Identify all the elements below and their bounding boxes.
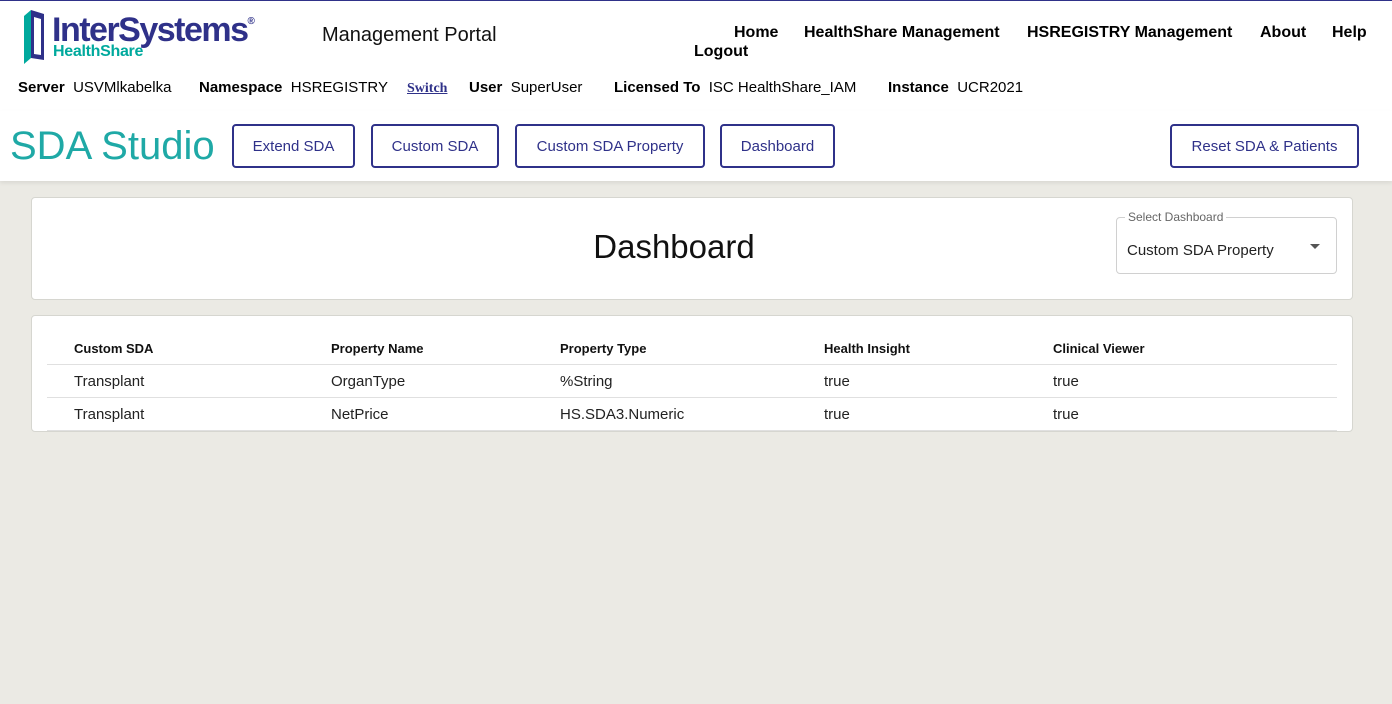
- table-cell: true: [1053, 372, 1079, 390]
- switch-namespace-link[interactable]: Switch: [407, 81, 447, 97]
- studio-title: SDA Studio: [10, 124, 215, 168]
- table-cell: true: [1053, 405, 1079, 423]
- table-cell: %String: [560, 372, 613, 390]
- nav-help[interactable]: Help: [1332, 24, 1367, 42]
- namespace-label: Namespace: [199, 79, 283, 96]
- column-header-clinical-viewer[interactable]: Clinical Viewer: [1053, 332, 1145, 364]
- dashboard-button[interactable]: Dashboard: [720, 124, 835, 168]
- nav-hsregistry-management[interactable]: HSREGISTRY Management: [1027, 24, 1232, 42]
- nav-about[interactable]: About: [1260, 24, 1306, 42]
- server-info: Server USVMlkabelka: [18, 79, 171, 96]
- nav-healthshare-management[interactable]: HealthShare Management: [804, 24, 1000, 42]
- table-cell: true: [824, 405, 850, 423]
- select-dashboard-value: Custom SDA Property: [1127, 242, 1274, 259]
- user-info: User SuperUser: [469, 79, 582, 96]
- reset-sda-patients-button[interactable]: Reset SDA & Patients: [1170, 124, 1359, 168]
- column-header-property-name[interactable]: Property Name: [331, 332, 423, 364]
- caret-down-icon: [1310, 244, 1320, 249]
- user-value: SuperUser: [510, 79, 583, 96]
- namespace-info: Namespace HSREGISTRY: [199, 79, 388, 96]
- instance-label: Instance: [888, 79, 949, 96]
- namespace-value: HSREGISTRY: [290, 79, 388, 96]
- select-dashboard-label: Select Dashboard: [1125, 210, 1227, 224]
- licensed-label: Licensed To: [614, 79, 701, 96]
- custom-sda-property-button[interactable]: Custom SDA Property: [515, 124, 705, 168]
- nav-logout[interactable]: Logout: [694, 43, 748, 61]
- studio-toolbar: SDA Studio Extend SDA Custom SDA Custom …: [0, 111, 1392, 181]
- table-row: Transplant NetPrice HS.SDA3.Numeric true…: [47, 398, 1337, 431]
- table-cell: true: [824, 372, 850, 390]
- nav-home[interactable]: Home: [734, 24, 778, 42]
- custom-sda-table-card: Custom SDA Property Name Property Type H…: [31, 315, 1353, 432]
- brand-name: InterSystems®: [52, 11, 255, 49]
- column-header-property-type[interactable]: Property Type: [560, 332, 646, 364]
- table-cell: HS.SDA3.Numeric: [560, 405, 685, 423]
- user-label: User: [469, 79, 503, 96]
- licensed-value: ISC HealthShare_IAM: [708, 79, 857, 96]
- table-cell: NetPrice: [331, 405, 389, 423]
- table-header-row: Custom SDA Property Name Property Type H…: [47, 332, 1337, 365]
- intersystems-logo-icon: [24, 10, 44, 64]
- server-value: USVMlkabelka: [73, 79, 172, 96]
- table-cell: OrganType: [331, 372, 406, 390]
- table-cell: Transplant: [74, 372, 145, 390]
- instance-value: UCR2021: [957, 79, 1024, 96]
- custom-sda-button[interactable]: Custom SDA: [371, 124, 499, 168]
- portal-title: Management Portal: [322, 24, 497, 46]
- table-row: Transplant OrganType %String true true: [47, 365, 1337, 398]
- server-label: Server: [18, 79, 65, 96]
- top-header: InterSystems® HealthShare Management Por…: [0, 0, 1392, 111]
- instance-info: Instance UCR2021: [888, 79, 1023, 96]
- licensed-info: Licensed To ISC HealthShare_IAM: [614, 79, 856, 96]
- dashboard-header-card: Dashboard Select Dashboard Custom SDA Pr…: [31, 197, 1353, 300]
- table-cell: Transplant: [74, 405, 145, 423]
- brand-sub: HealthShare: [53, 43, 144, 60]
- extend-sda-button[interactable]: Extend SDA: [232, 124, 355, 168]
- intersystems-logo[interactable]: InterSystems® HealthShare: [22, 8, 262, 64]
- column-header-custom-sda[interactable]: Custom SDA: [74, 332, 153, 364]
- column-header-health-insight[interactable]: Health Insight: [824, 332, 910, 364]
- select-dashboard-dropdown[interactable]: Select Dashboard Custom SDA Property: [1116, 210, 1337, 274]
